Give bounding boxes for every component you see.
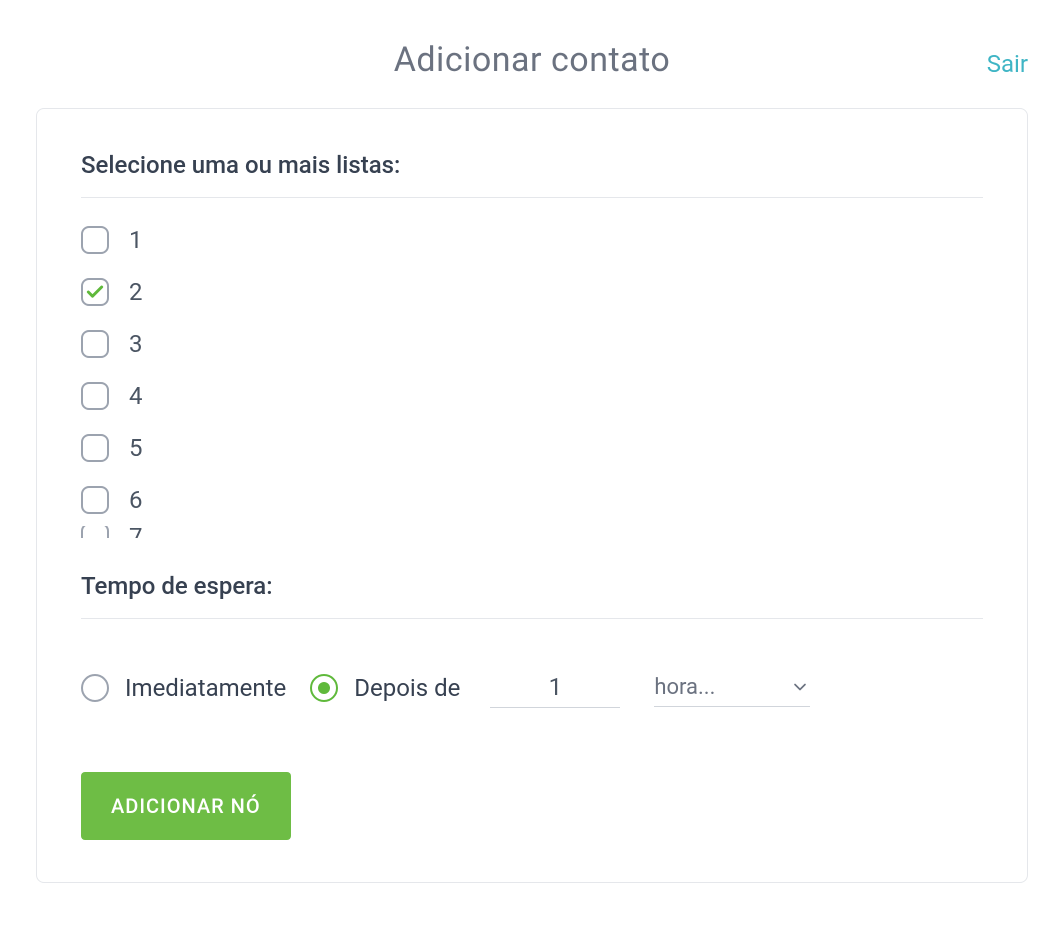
list-scroll-area[interactable]: 1 2 3 4 5 6 7: [81, 198, 983, 538]
delay-unit-select[interactable]: hora...: [654, 669, 810, 707]
list-item: 6: [81, 474, 983, 526]
list-checkbox[interactable]: [81, 526, 109, 538]
form-card: Selecione uma ou mais listas: 1 2 3 4 5 6 7 Te…: [36, 108, 1028, 883]
list-checkbox[interactable]: [81, 486, 109, 514]
radio-dot-icon: [318, 682, 330, 694]
list-item: 4: [81, 370, 983, 422]
wait-section-title: Tempo de espera:: [81, 572, 983, 619]
list-item-label: 6: [129, 486, 143, 514]
list-checkbox[interactable]: [81, 330, 109, 358]
delay-value-input[interactable]: [490, 667, 620, 708]
add-node-button[interactable]: ADICIONAR NÓ: [81, 772, 291, 840]
list-item: 3: [81, 318, 983, 370]
list-item-label: 3: [129, 330, 143, 358]
radio-immediate[interactable]: [81, 674, 109, 702]
radio-after[interactable]: [310, 674, 338, 702]
list-checkbox[interactable]: [81, 382, 109, 410]
list-item: 1: [81, 214, 983, 266]
radio-after-label: Depois de: [354, 674, 460, 702]
list-checkbox[interactable]: [81, 278, 109, 306]
check-icon: [85, 282, 105, 302]
list-item-label: 5: [129, 434, 143, 462]
list-item-label: 7: [129, 526, 143, 538]
list-item: 5: [81, 422, 983, 474]
list-item-label: 2: [129, 278, 143, 306]
list-item: 7: [81, 526, 983, 538]
list-item-label: 4: [129, 382, 143, 410]
page-title: Adicionar contato: [394, 40, 671, 80]
exit-link[interactable]: Sair: [987, 50, 1028, 78]
delay-unit-text: hora...: [654, 675, 715, 700]
list-section-title: Selecione uma ou mais listas:: [81, 151, 983, 198]
radio-immediate-label: Imediatamente: [125, 674, 286, 702]
list-item: 2: [81, 266, 983, 318]
list-item-label: 1: [129, 226, 143, 254]
chevron-down-icon: [790, 677, 810, 697]
list-checkbox[interactable]: [81, 434, 109, 462]
list-checkbox[interactable]: [81, 226, 109, 254]
